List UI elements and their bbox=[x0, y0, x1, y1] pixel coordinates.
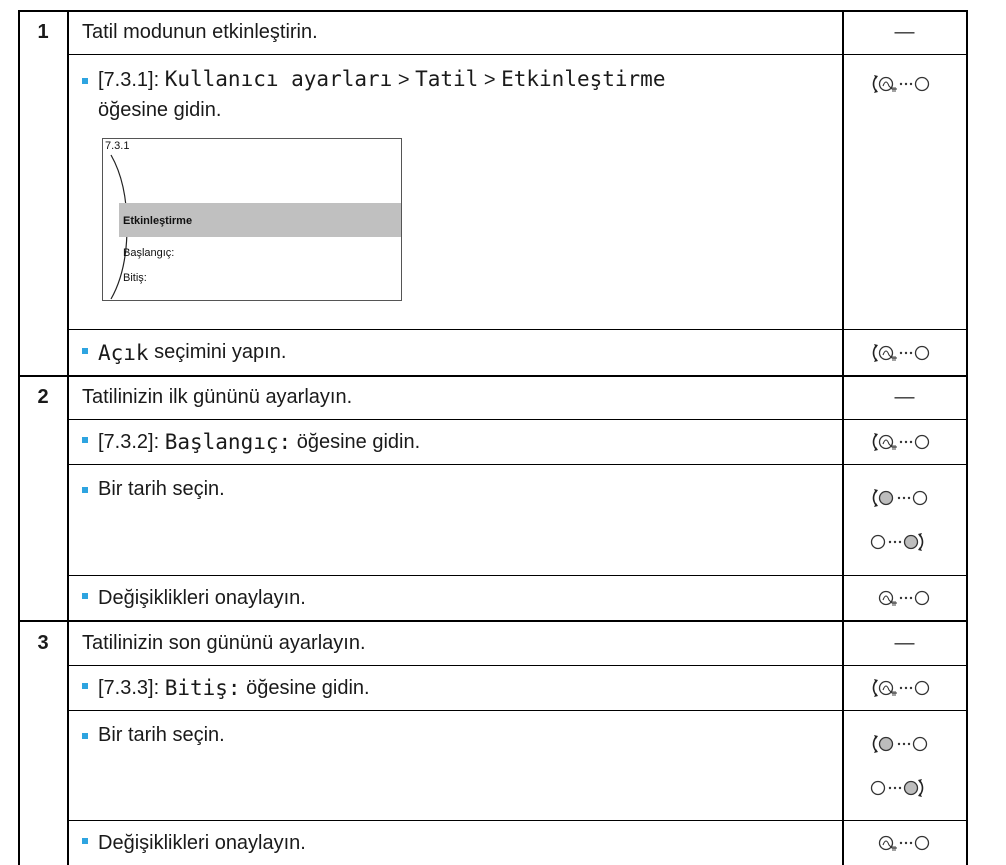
controller-screen-mockup: 7.3.1 Etkinleştirme Başlangıç: Bitiş: bbox=[102, 138, 402, 301]
turn-dial-left-icon bbox=[872, 679, 930, 697]
turn-dial-left-filled-icon bbox=[872, 489, 928, 507]
bullet-icon bbox=[82, 683, 88, 689]
press-dial-left-icon bbox=[878, 835, 930, 851]
step-title: Tatilinizin ilk gününü ayarlayın. bbox=[82, 386, 353, 408]
step-number: 1 bbox=[37, 20, 49, 43]
step-number: 2 bbox=[37, 386, 49, 408]
turn-dial-left-filled-icon bbox=[872, 735, 928, 753]
substep-navigate: [7.3.3]: Bitiş: öğesine gidin. bbox=[68, 666, 842, 710]
screen-selected-item: Etkinleştirme bbox=[123, 215, 193, 227]
bullet-icon bbox=[82, 593, 88, 599]
turn-dial-right-filled-icon bbox=[870, 533, 924, 551]
screen-code: 7.3.1 bbox=[105, 140, 130, 152]
substep-select-date: Bir tarih seçin. bbox=[82, 476, 225, 502]
step-number: 3 bbox=[37, 631, 49, 654]
option-on: Açık bbox=[98, 340, 149, 365]
turn-dial-right-filled-icon bbox=[870, 779, 924, 797]
row-line bbox=[67, 464, 967, 465]
menu-path-end: Bitiş: bbox=[164, 676, 241, 700]
bullet-icon bbox=[82, 347, 88, 354]
turn-dial-left-icon bbox=[872, 344, 930, 362]
instruction-table: 1 Tatil modunun etkinleştirin. — [7.3.1]… bbox=[0, 0, 1006, 865]
bullet-icon bbox=[82, 733, 88, 739]
step-title: Tatilinizin son gününü ayarlayın. bbox=[82, 631, 366, 654]
table-border-left bbox=[18, 10, 20, 865]
bullet-icon bbox=[82, 838, 88, 844]
row-line bbox=[67, 710, 967, 711]
none-icon: — bbox=[894, 20, 915, 43]
table-border-right bbox=[966, 10, 968, 865]
table-divider-col2 bbox=[842, 10, 844, 865]
substep-navigate: [7.3.2]: Başlangıç: öğesine gidin. bbox=[68, 420, 842, 464]
menu-path-holiday: Tatil bbox=[415, 67, 479, 91]
substep-navigate: [7.3.1]: Kullanıcı ayarları > Tatil > Et… bbox=[82, 64, 842, 125]
bullet-icon bbox=[82, 78, 88, 84]
bullet-icon bbox=[82, 437, 88, 443]
substep-confirm: Değişiklikleri onaylayın. bbox=[68, 576, 842, 620]
none-icon: — bbox=[894, 386, 915, 408]
menu-path-user-settings: Kullanıcı ayarları bbox=[164, 67, 393, 91]
menu-path-activation: Etkinleştirme bbox=[501, 67, 666, 91]
substep-confirm: Değişiklikleri onaylayın. bbox=[68, 821, 842, 865]
press-dial-left-icon bbox=[878, 590, 930, 606]
menu-path-start: Başlangıç: bbox=[164, 430, 292, 454]
screen-item: Başlangıç: bbox=[123, 247, 175, 259]
row-line bbox=[67, 54, 967, 55]
turn-dial-left-icon bbox=[872, 433, 930, 451]
substep-select-date: Bir tarih seçin. bbox=[82, 722, 225, 748]
none-icon: — bbox=[894, 631, 915, 654]
step-title: Tatil modunun etkinleştirin. bbox=[82, 20, 318, 43]
screen-item: Bitiş: bbox=[123, 272, 147, 284]
bullet-icon bbox=[82, 487, 88, 493]
turn-dial-left-icon bbox=[872, 75, 930, 93]
substep-select: Açık seçimini yapın. bbox=[68, 330, 842, 375]
